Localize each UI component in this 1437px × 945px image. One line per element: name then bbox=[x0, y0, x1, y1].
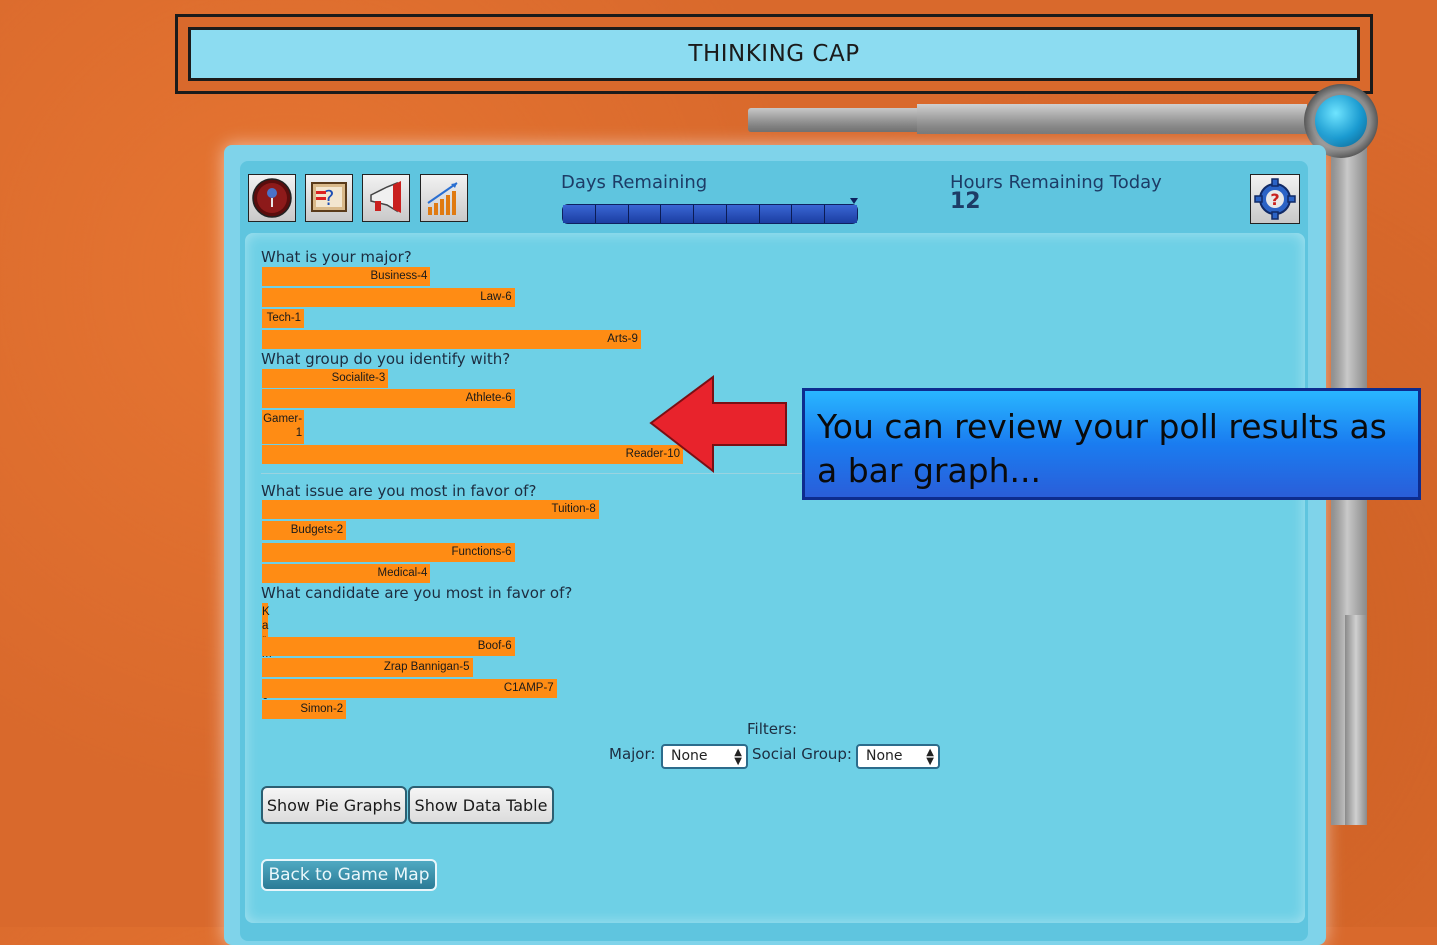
bar-karma: Karma-0 bbox=[262, 603, 272, 702]
quiz-board-icon: ? bbox=[311, 182, 347, 212]
tutorial-arrow-icon bbox=[649, 375, 787, 474]
bar-medical: Medical-4 bbox=[262, 564, 431, 583]
question-label: What issue are you most in favor of? bbox=[261, 482, 537, 500]
bar-gamer: Gamer-1 bbox=[262, 410, 305, 444]
question-label: What is your major? bbox=[261, 248, 412, 266]
filters-title: Filters: bbox=[747, 720, 798, 738]
major-filter-label: Major: bbox=[609, 745, 656, 763]
social-group-filter-select[interactable]: None ▲ ▼ bbox=[856, 744, 940, 769]
bar-law: Law-6 bbox=[262, 288, 515, 307]
bar-reader: Reader-10 bbox=[262, 445, 683, 464]
megaphone-button[interactable] bbox=[362, 174, 410, 222]
svg-text:?: ? bbox=[1270, 190, 1279, 209]
question-label: What candidate are you most in favor of? bbox=[261, 584, 573, 602]
bar-functions: Functions-6 bbox=[262, 543, 515, 562]
social-group-filter-label: Social Group: bbox=[752, 745, 852, 763]
pipe-decoration bbox=[917, 104, 1307, 134]
hours-remaining-label: Hours Remaining Today bbox=[950, 172, 1162, 193]
question-label: What group do you identify with? bbox=[261, 350, 511, 368]
back-to-game-map-button[interactable]: Back to Game Map bbox=[261, 859, 437, 891]
bar-tuition: Tuition-8 bbox=[262, 500, 599, 519]
chart-growth-icon bbox=[427, 182, 458, 215]
bar-zrap-bannigan: Zrap Bannigan-5 bbox=[262, 658, 473, 677]
bar-budgets: Budgets-2 bbox=[262, 521, 347, 540]
bar-tech: Tech-1 bbox=[262, 309, 305, 328]
megaphone-icon bbox=[370, 181, 401, 213]
gear-question-icon: ? bbox=[1254, 178, 1296, 220]
bar-c1amp: C1AMP-7 bbox=[262, 679, 557, 698]
map-pin-button[interactable] bbox=[248, 174, 296, 222]
bar-boof: Boof-6 bbox=[262, 637, 515, 656]
bar-socialite: Socialite-3 bbox=[262, 369, 389, 388]
map-pin-icon bbox=[252, 178, 292, 218]
title-frame: THINKING CAP bbox=[175, 14, 1373, 94]
quiz-button[interactable]: ? bbox=[305, 174, 353, 222]
major-filter-value: None bbox=[671, 748, 708, 764]
days-remaining-label: Days Remaining bbox=[561, 172, 708, 193]
bar-simon: Simon-2 bbox=[262, 700, 347, 719]
tutorial-callout: You can review your poll results as a ba… bbox=[802, 388, 1421, 500]
major-filter-select[interactable]: None ▲ ▼ bbox=[661, 744, 748, 769]
bar-business: Business-4 bbox=[262, 267, 431, 286]
settings-button[interactable]: ? bbox=[1250, 174, 1300, 224]
bar-athlete: Athlete-6 bbox=[262, 389, 515, 408]
hours-remaining-value: 12 bbox=[950, 189, 981, 214]
bar-arts: Arts-9 bbox=[262, 330, 641, 349]
pipe-decoration bbox=[1345, 615, 1367, 825]
show-data-table-button[interactable]: Show Data Table bbox=[408, 786, 554, 824]
select-arrows-icon: ▲ ▼ bbox=[734, 747, 742, 767]
app-title: THINKING CAP bbox=[188, 27, 1360, 81]
social-group-filter-value: None bbox=[866, 748, 903, 764]
select-arrows-icon: ▲ ▼ bbox=[926, 747, 934, 767]
show-pie-graphs-button[interactable]: Show Pie Graphs bbox=[261, 786, 407, 824]
poll-results-button[interactable] bbox=[420, 174, 468, 222]
days-remaining-bar bbox=[562, 204, 858, 224]
days-marker-icon bbox=[850, 198, 858, 204]
